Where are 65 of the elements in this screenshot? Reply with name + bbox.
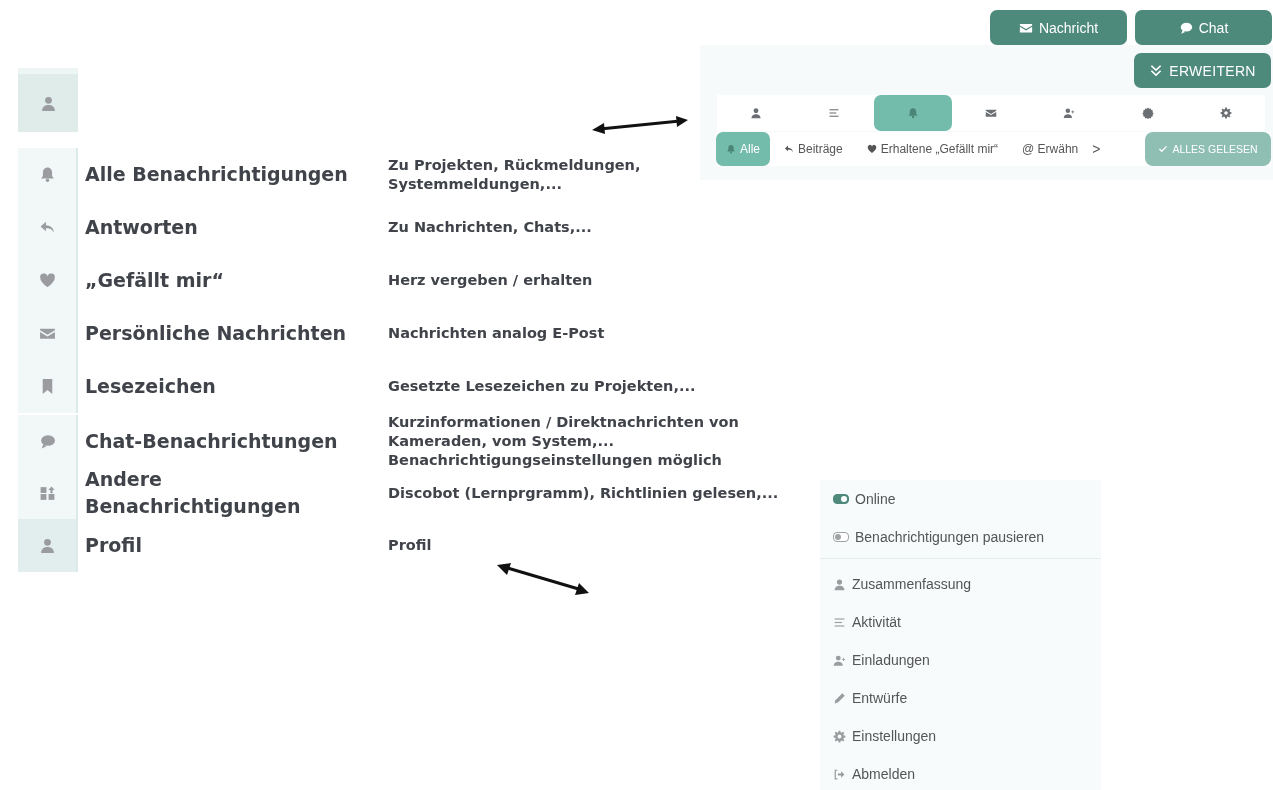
bell-icon [906, 107, 919, 119]
envelope-icon [985, 107, 997, 119]
logout-icon [833, 767, 846, 781]
category-title: Persönliche Nachrichten [84, 321, 348, 346]
category-title: Chat-Benachrichtungen [84, 429, 339, 454]
apps-icon [38, 484, 56, 502]
heart-icon [38, 272, 56, 289]
user-plus-icon [833, 653, 846, 667]
double-chevron-icon [1149, 63, 1164, 78]
category-description: Kurzinformationen / Direktnachrichten von Kameraden, vom System,... Benachrichtigungseinstellungen möglich [387, 413, 740, 470]
scroll-right-arrow[interactable]: > [1092, 141, 1101, 157]
category-description: Profil [387, 536, 433, 555]
heart-icon [866, 144, 877, 154]
sidebar-tab[interactable] [18, 519, 78, 572]
pencil-icon [833, 691, 846, 705]
chat-button[interactable]: Chat [1135, 10, 1272, 45]
category-description: Gesetzte Lesezeichen zu Projekten,... [387, 377, 697, 396]
bell-icon [38, 166, 56, 183]
user-icon [39, 94, 57, 112]
toggle-switch[interactable] [833, 494, 849, 504]
filter-chip[interactable]: Beiträge [774, 132, 853, 166]
category-description: Nachrichten analog E-Post [387, 324, 606, 343]
menu-item[interactable]: Einstellungen [820, 717, 1101, 755]
category-title: Lesezeichen [84, 374, 217, 399]
check-icon [1158, 144, 1169, 154]
user-icon [38, 537, 56, 554]
category-title: Antworten [84, 215, 199, 240]
list-icon [833, 615, 846, 629]
badge-icon [1141, 107, 1154, 119]
sidebar-tab[interactable] [18, 415, 78, 468]
menu-item[interactable]: Zusammenfassung [820, 565, 1101, 603]
category-description: Herz vergeben / erhalten [387, 271, 594, 290]
list-icon [828, 107, 841, 119]
category-description: Zu Projekten, Rückmeldungen, Systemmeldungen,... [387, 155, 642, 194]
category-description: Discobot (Lernprgramm), Richtlinien gelesen,... [387, 483, 780, 503]
reply-icon [784, 144, 794, 154]
category-title: Profil [84, 533, 143, 558]
filter-chip[interactable]: Erhaltene „Gefällt mir“ [856, 132, 1009, 166]
bell-icon [726, 144, 736, 154]
menu-item[interactable]: Abmelden [820, 755, 1101, 790]
menu-toggle-item[interactable]: Benachrichtigungen pausieren [820, 518, 1101, 556]
menu-item[interactable]: Aktivität [820, 603, 1101, 641]
category-title: Andere Benachrichtigungen [84, 467, 302, 519]
user-icon [750, 107, 763, 119]
chat-bubble-icon [38, 433, 56, 450]
sidebar-tab[interactable] [18, 360, 78, 413]
message-button[interactable]: Nachricht [990, 10, 1127, 45]
category-title: Alle Benachrichtigungen [84, 162, 349, 187]
profile-tab[interactable] [18, 68, 78, 132]
settings-icon [1219, 107, 1232, 119]
settings-icon [833, 729, 846, 743]
toggle-switch[interactable] [833, 532, 849, 542]
menu-item[interactable]: Einladungen [820, 641, 1101, 679]
user-icon [833, 577, 846, 591]
sidebar-tab[interactable] [18, 466, 78, 520]
menu-toggle-item[interactable]: Online [820, 480, 1101, 518]
chat-bubble-icon [1178, 20, 1193, 35]
user-plus-icon [1063, 107, 1076, 119]
sidebar-tab[interactable] [18, 148, 78, 201]
expand-button[interactable]: ERWEITERN [1134, 53, 1271, 88]
menu-item[interactable]: Entwürfe [820, 679, 1101, 717]
category-title: „Gefällt mir“ [84, 268, 225, 293]
filter-chip[interactable]: @ Erwähn [1012, 132, 1089, 166]
category-description: Zu Nachrichten, Chats,... [387, 218, 593, 237]
icon-tab[interactable] [873, 95, 952, 131]
